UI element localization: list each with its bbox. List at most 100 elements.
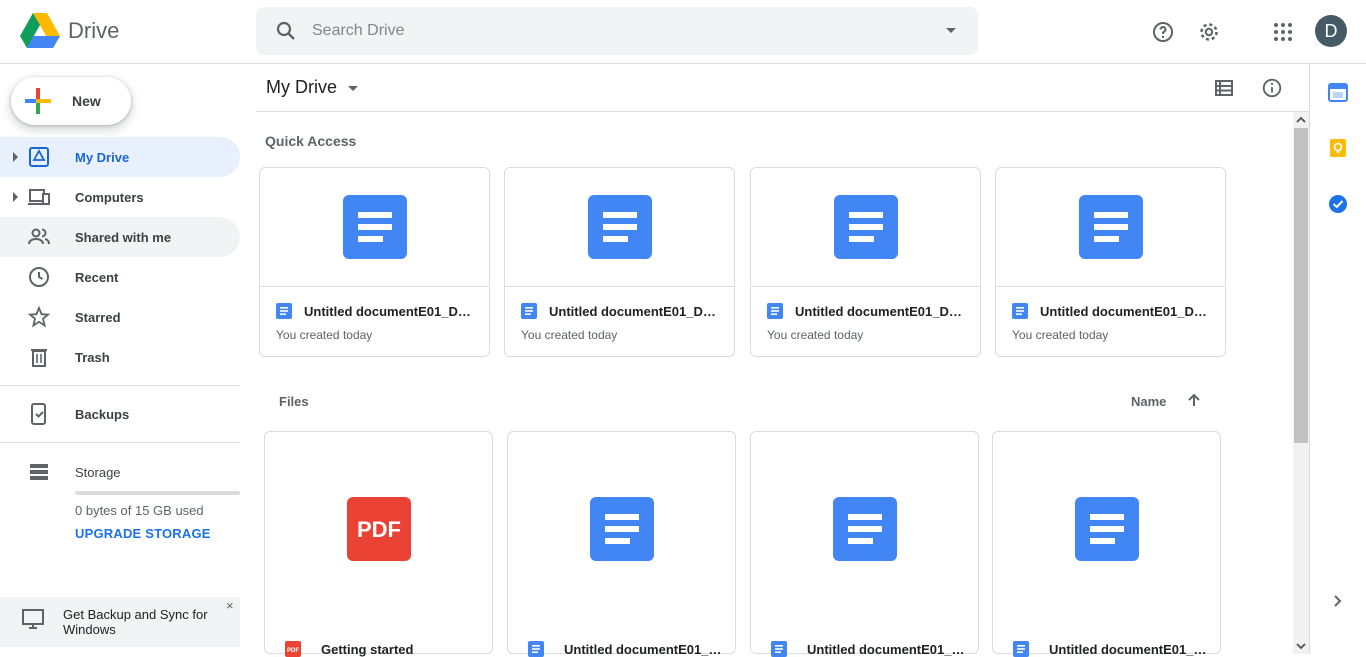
doc-file-icon — [767, 303, 783, 319]
file-card[interactable]: Untitled documentE01_Delete — [507, 431, 736, 657]
app-title: Drive — [68, 18, 120, 43]
doc-thumbnail — [260, 168, 489, 287]
monitor-icon — [22, 609, 44, 629]
scrollbar-thumb[interactable] — [1294, 128, 1308, 443]
file-card[interactable]: PDF PDF Getting started — [264, 431, 493, 657]
sidebar-item-label: Computers — [75, 190, 144, 205]
list-view-icon[interactable] — [1208, 72, 1240, 104]
backup-sync-promo[interactable]: Get Backup and Sync for Windows × — [0, 597, 240, 647]
file-card[interactable]: Untitled documentE01_Delete — [992, 431, 1221, 657]
chevron-down-icon[interactable] — [348, 86, 358, 91]
file-subtitle: You created today — [521, 328, 618, 342]
file-card[interactable]: Untitled documentE01_Delete — [750, 431, 979, 657]
docs-icon — [342, 195, 407, 259]
doc-thumbnail — [751, 168, 980, 287]
page-title[interactable]: My Drive — [266, 77, 337, 98]
pdf-thumbnail: PDF — [265, 432, 492, 625]
apps-grid-icon[interactable] — [1267, 16, 1299, 48]
drive-logo-icon[interactable] — [20, 13, 60, 49]
people-icon — [28, 228, 50, 245]
computers-icon — [28, 189, 50, 205]
file-name: Untitled documentE01_Delete — [549, 304, 719, 319]
trash-icon — [31, 349, 47, 367]
clock-icon — [29, 267, 49, 287]
scroll-down-icon[interactable] — [1296, 642, 1306, 650]
info-icon[interactable] — [1256, 72, 1288, 104]
help-icon[interactable] — [1147, 16, 1179, 48]
storage-usage-bar — [75, 491, 240, 495]
storage-icon — [30, 464, 48, 480]
doc-thumbnail — [993, 432, 1220, 625]
file-name: Untitled documentE01_Delete — [564, 642, 724, 657]
settings-gear-icon[interactable] — [1193, 16, 1225, 48]
side-panel — [1310, 64, 1366, 654]
quick-access-card[interactable]: Untitled documentE01_Delete You created … — [995, 167, 1226, 357]
calendar-icon[interactable] — [1328, 82, 1348, 102]
sidebar-item-backups[interactable]: Backups — [0, 394, 240, 434]
scrollbar[interactable] — [1293, 112, 1309, 654]
sidebar-item-label: Starred — [75, 310, 121, 325]
sidebar-item-label: Recent — [75, 270, 119, 285]
promo-text: Get Backup and Sync for Windows — [63, 607, 208, 637]
quick-access-card[interactable]: Untitled documentE01_Delete You created … — [259, 167, 490, 357]
sidebar-item-label: Storage — [75, 465, 121, 480]
pdf-icon-label: PDF — [357, 517, 401, 542]
docs-icon — [587, 195, 652, 259]
plus-icon — [25, 88, 51, 114]
quick-access-title: Quick Access — [265, 133, 357, 149]
pdf-icon: PDF — [346, 496, 411, 561]
file-name: Untitled documentE01_Delete — [1040, 304, 1210, 319]
docs-icon — [589, 496, 654, 561]
sidebar-item-storage[interactable]: Storage — [0, 452, 240, 492]
upgrade-storage-link[interactable]: UPGRADE STORAGE — [75, 526, 211, 541]
docs-icon — [1074, 496, 1139, 561]
sidebar-item-trash[interactable]: Trash — [0, 337, 240, 377]
header-divider — [256, 111, 1309, 112]
pdf-file-icon-label: PDF — [287, 648, 299, 654]
file-name: Untitled documentE01_Delete — [795, 304, 965, 319]
sidebar-item-shared-with-me[interactable]: Shared with me — [0, 217, 240, 257]
tasks-icon[interactable] — [1328, 194, 1348, 214]
doc-file-icon — [1012, 303, 1028, 319]
quick-access-card[interactable]: Untitled documentE01_Delete You created … — [750, 167, 981, 357]
file-name: Untitled documentE01_Delete — [807, 642, 967, 657]
sort-by-name-button[interactable]: Name — [1131, 394, 1166, 409]
files-section-title: Files — [279, 394, 309, 409]
sidebar-item-label: Backups — [75, 407, 130, 422]
search-icon[interactable] — [274, 19, 298, 43]
new-button-label: New — [72, 93, 101, 109]
sidebar-item-recent[interactable]: Recent — [0, 257, 240, 297]
sidebar-item-my-drive[interactable]: My Drive — [0, 137, 240, 177]
docs-icon — [833, 195, 898, 259]
keep-icon[interactable] — [1328, 138, 1348, 158]
search-options-icon[interactable] — [946, 28, 956, 33]
pdf-file-icon: PDF — [285, 641, 301, 657]
doc-file-icon — [771, 641, 787, 657]
docs-icon — [1078, 195, 1143, 259]
expand-arrow-icon[interactable] — [13, 152, 18, 162]
scroll-up-icon[interactable] — [1296, 116, 1306, 124]
arrow-up-icon[interactable] — [1186, 392, 1202, 408]
sidebar-divider — [0, 442, 240, 443]
doc-file-icon — [1013, 641, 1029, 657]
sidebar-item-computers[interactable]: Computers — [0, 177, 240, 217]
sidebar-divider — [0, 385, 240, 386]
chevron-right-icon[interactable] — [1332, 594, 1344, 608]
doc-thumbnail — [508, 432, 735, 625]
expand-arrow-icon[interactable] — [13, 192, 18, 202]
doc-thumbnail — [505, 168, 734, 287]
search-bar[interactable] — [256, 7, 978, 55]
top-bar: Drive D — [0, 0, 1366, 64]
my-drive-icon — [29, 147, 49, 167]
docs-icon — [832, 496, 897, 561]
account-avatar[interactable]: D — [1315, 15, 1347, 47]
sidebar-item-label: My Drive — [75, 150, 130, 165]
file-subtitle: You created today — [276, 328, 373, 342]
close-icon[interactable]: × — [226, 598, 234, 613]
sidebar-item-starred[interactable]: Starred — [0, 297, 240, 337]
doc-file-icon — [276, 303, 292, 319]
quick-access-card[interactable]: Untitled documentE01_Delete You created … — [504, 167, 735, 357]
file-subtitle: You created today — [767, 328, 864, 342]
search-input[interactable] — [312, 19, 912, 43]
new-button[interactable]: New — [11, 77, 131, 125]
